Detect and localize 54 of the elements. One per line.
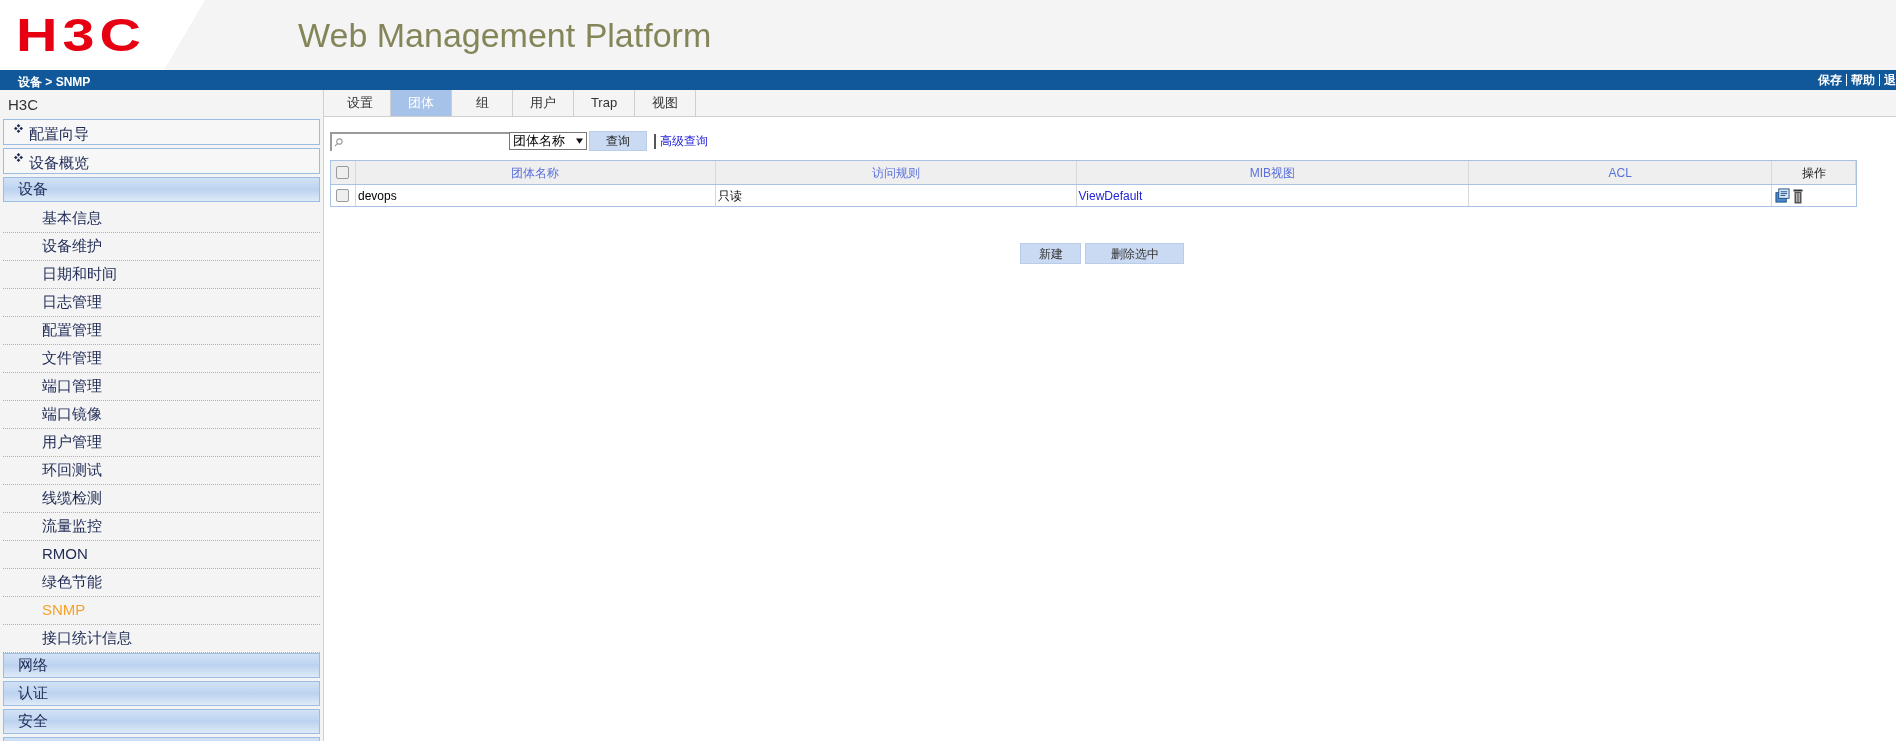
sidebar-quick-item[interactable]: 配置向导	[3, 119, 320, 145]
top-link[interactable]: 帮助	[1851, 71, 1875, 89]
dropdown-arrow-icon	[576, 138, 583, 144]
sidebar-item[interactable]: 用户管理	[42, 431, 102, 454]
advanced-search-link[interactable]: 高级查询	[660, 132, 708, 150]
trash-icon[interactable]	[1793, 187, 1804, 204]
sidebar-item[interactable]: RMON	[42, 543, 88, 566]
column-header: 操作	[1772, 161, 1856, 184]
action-button[interactable]: 新建	[1020, 243, 1081, 264]
sidebar-group-header[interactable]: 网络	[3, 653, 320, 678]
search-icon	[334, 137, 343, 147]
top-link[interactable]: 退	[1884, 71, 1896, 89]
sidebar-item[interactable]: 流量监控	[42, 515, 102, 538]
tab[interactable]: 视图	[635, 90, 696, 116]
tab[interactable]: Trap	[574, 90, 635, 116]
sidebar-group-header[interactable]: 设备	[3, 177, 320, 202]
sidebar-quick-item[interactable]: 设备概览	[3, 148, 320, 174]
field-select[interactable]: 团体名称	[509, 132, 587, 150]
app-title: Web Management Platform	[298, 14, 712, 56]
diamond-icon	[14, 153, 23, 162]
checkbox[interactable]	[336, 166, 350, 179]
column-header: 团体名称	[356, 161, 716, 184]
sidebar-item[interactable]: 基本信息	[42, 207, 102, 230]
sidebar-item[interactable]: 接口统计信息	[42, 627, 132, 650]
sidebar-item[interactable]: 环回测试	[42, 459, 102, 482]
query-button[interactable]: 查询	[589, 131, 647, 151]
tab[interactable]: 用户	[513, 90, 574, 116]
sidebar-item[interactable]: 端口镜像	[42, 403, 102, 426]
mib-view-link[interactable]: ViewDefault	[1078, 186, 1143, 205]
sidebar-group-header[interactable]: 认证	[3, 681, 320, 706]
top-link[interactable]: 保存	[1818, 71, 1842, 89]
checkbox[interactable]	[336, 189, 350, 202]
diamond-icon	[14, 124, 23, 133]
table-cell: 只读	[715, 185, 1077, 206]
search-field[interactable]	[330, 131, 509, 151]
sidebar-item[interactable]: 日志管理	[42, 291, 102, 314]
table-cell: devops	[356, 185, 716, 206]
sidebar-item[interactable]: 绿色节能	[42, 571, 102, 594]
tab[interactable]: 组	[452, 90, 513, 116]
sidebar-item[interactable]: 端口管理	[42, 375, 102, 398]
sidebar-group-header[interactable]: 安全	[3, 709, 320, 734]
column-header: ACL	[1469, 161, 1773, 184]
edit-icon[interactable]	[1775, 188, 1791, 203]
logo: H3C	[16, 12, 148, 58]
breadcrumb: 设备 > SNMP	[18, 74, 91, 90]
sidebar-item[interactable]: 日期和时间	[42, 263, 117, 286]
sidebar-item[interactable]: 设备维护	[42, 235, 102, 258]
action-button[interactable]: 删除选中	[1085, 243, 1184, 264]
column-header: 访问规则	[715, 161, 1077, 184]
sidebar-root: H3C	[7, 95, 39, 115]
sidebar-item[interactable]: 文件管理	[42, 347, 102, 370]
column-header: MIB视图	[1076, 161, 1470, 184]
sidebar-item[interactable]: 配置管理	[42, 319, 102, 342]
sidebar-item[interactable]: 线缆检测	[42, 487, 102, 510]
